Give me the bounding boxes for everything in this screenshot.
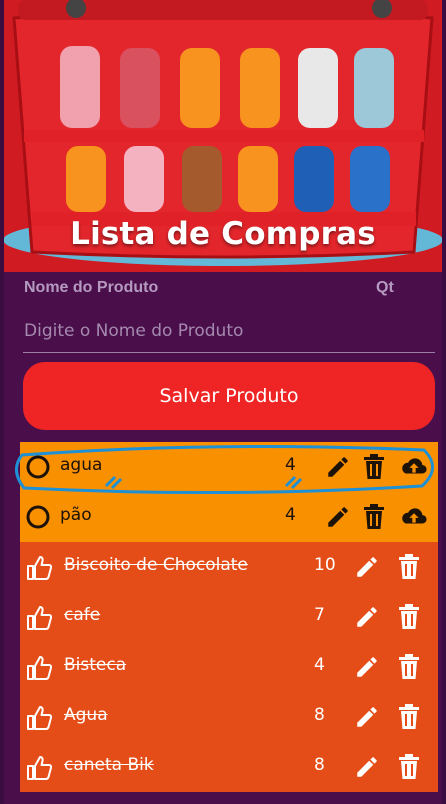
trash-icon[interactable]	[360, 453, 388, 481]
product-name-input[interactable]	[23, 309, 435, 353]
trash-icon[interactable]	[395, 753, 423, 781]
quantity-label: Qt	[376, 279, 394, 296]
pencil-icon[interactable]	[353, 753, 381, 781]
list-item[interactable]: caneta Bik 8	[20, 742, 438, 792]
item-quantity: 8	[314, 755, 325, 775]
product-list: agua 4 pão 4 Biscoito de Chocolate 10 ca…	[20, 442, 438, 792]
thumbs-up-icon[interactable]	[26, 705, 53, 730]
thumbs-up-icon[interactable]	[26, 655, 53, 680]
product-name-label: Nome do Produto	[24, 279, 159, 296]
pencil-icon[interactable]	[353, 653, 381, 681]
trash-icon[interactable]	[395, 703, 423, 731]
header-banner: Lista de Compras	[4, 0, 442, 272]
item-quantity: 4	[285, 455, 296, 475]
list-item[interactable]: cafe 7	[20, 592, 438, 642]
item-quantity: 4	[285, 505, 296, 525]
item-quantity: 8	[314, 705, 325, 725]
item-quantity: 4	[314, 655, 325, 675]
trash-icon[interactable]	[360, 503, 388, 531]
pencil-icon[interactable]	[324, 453, 352, 481]
list-item[interactable]: Biscoito de Chocolate 10	[20, 542, 438, 592]
trash-icon[interactable]	[395, 553, 423, 581]
list-item[interactable]: Bisteca 4	[20, 642, 438, 692]
page-title: Lista de Compras	[70, 216, 376, 252]
item-name: pão	[60, 505, 92, 525]
list-item[interactable]: pão 4	[20, 492, 438, 542]
list-item[interactable]: Agua 8	[20, 692, 438, 742]
circle-outline-icon[interactable]	[26, 455, 50, 479]
item-name: Bisteca	[64, 655, 127, 675]
pencil-icon[interactable]	[353, 703, 381, 731]
trash-icon[interactable]	[395, 603, 423, 631]
item-name: Biscoito de Chocolate	[64, 555, 248, 575]
item-quantity: 7	[314, 605, 325, 625]
pencil-icon[interactable]	[353, 553, 381, 581]
trash-icon[interactable]	[395, 653, 423, 681]
thumbs-up-icon[interactable]	[26, 755, 53, 780]
thumbs-up-icon[interactable]	[26, 555, 53, 580]
item-name: caneta Bik	[64, 755, 154, 775]
save-product-button[interactable]: Salvar Produto	[23, 362, 435, 430]
thumbs-up-icon[interactable]	[26, 605, 53, 630]
pencil-icon[interactable]	[324, 503, 352, 531]
item-name: agua	[60, 455, 103, 475]
item-name: Agua	[64, 705, 108, 725]
cloud-upload-icon[interactable]	[400, 503, 428, 531]
circle-outline-icon[interactable]	[26, 505, 50, 529]
item-quantity: 10	[314, 555, 336, 575]
cloud-upload-icon[interactable]	[400, 453, 428, 481]
pencil-icon[interactable]	[353, 603, 381, 631]
list-item[interactable]: agua 4	[20, 442, 438, 492]
item-name: cafe	[64, 605, 101, 625]
app-screen: Lista de Compras Nome do Produto Qt Salv…	[4, 0, 442, 804]
